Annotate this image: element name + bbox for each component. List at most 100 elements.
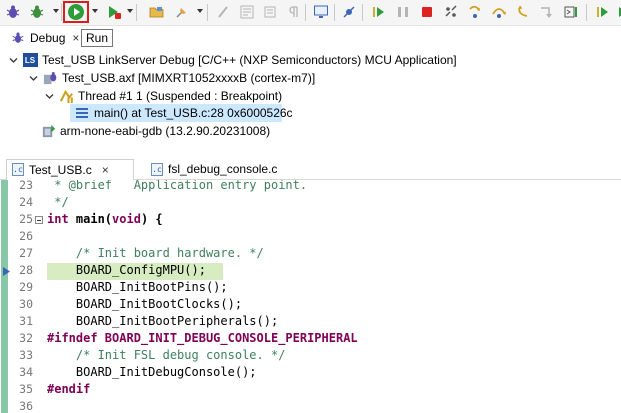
chevron-down-icon[interactable] — [53, 9, 59, 13]
toolbar-separator — [334, 4, 335, 21]
run-icon[interactable] — [105, 3, 123, 21]
step-into-icon[interactable] — [466, 3, 484, 21]
toolbar-separator — [586, 4, 587, 21]
stack-frame-icon — [74, 105, 90, 121]
code-line[interactable]: 35 #endif — [0, 381, 621, 398]
c-file-icon: .c — [151, 162, 163, 176]
drop-to-frame-icon[interactable] — [538, 3, 556, 21]
line-number: 26 — [19, 229, 33, 243]
paragraph-icon[interactable] — [286, 3, 304, 21]
code-line[interactable]: 31 BOARD_InitBootPeripherals(); — [0, 313, 621, 330]
code-line[interactable]: 26 — [0, 228, 621, 245]
line-number: 30 — [19, 297, 33, 311]
tree-item-target[interactable]: Test_USB.axf [MIMXRT1052xxxxB (cortex-m7… — [28, 70, 315, 86]
tab-test-usb-c[interactable]: .c Test_USB.c × — [6, 159, 134, 180]
code-text: BOARD_InitBootClocks(); — [47, 297, 243, 311]
line-number: 32 — [19, 331, 33, 345]
line-number: 24 — [19, 195, 33, 209]
perspective-icon-2[interactable] — [612, 3, 621, 21]
code-line[interactable]: 24 */ — [0, 194, 621, 211]
run-tooltip-label: Run — [86, 31, 109, 45]
line-number: 36 — [19, 399, 33, 413]
chevron-down-icon[interactable] — [44, 91, 54, 101]
editor-tabbar: .c Test_USB.c × .c fsl_debug_console.c — [0, 159, 621, 180]
code-line[interactable]: 34 BOARD_InitDebugConsole(); — [0, 364, 621, 381]
code-text: BOARD_InitBootPins(); — [47, 280, 228, 294]
run-tooltip: Run — [81, 29, 114, 47]
line-number: 33 — [19, 348, 33, 362]
linkserver-icon: LS — [22, 52, 38, 68]
code-text: int main(void) { — [47, 211, 163, 228]
tree-item-thread[interactable]: Thread #1 1 (Suspended : Breakpoint) — [44, 88, 282, 104]
code-line[interactable]: 28 BOARD_ConfigMPU(); — [0, 262, 621, 279]
step-icon[interactable] — [214, 3, 232, 21]
code-text: */ — [47, 195, 69, 209]
toolbar-separator — [61, 4, 62, 21]
tree-item-frame-label: main() at Test_USB.c:28 0x6000526c — [94, 106, 293, 120]
chevron-down-icon[interactable] — [127, 9, 133, 13]
keyword-token: void — [112, 212, 141, 226]
close-icon[interactable]: × — [72, 31, 79, 45]
line-number: 27 — [19, 246, 33, 260]
settings-bug-icon[interactable] — [28, 3, 46, 21]
code-text: BOARD_InitBootPeripherals(); — [47, 314, 279, 328]
tree-item-gdb-label: arm-none-eabi-gdb (13.2.90.20231008) — [60, 124, 271, 138]
tree-item-target-label: Test_USB.axf [MIMXRT1052xxxxB (cortex-m7… — [62, 71, 316, 85]
code-text: * @brief Application entry point. — [47, 180, 308, 192]
view-icon[interactable] — [238, 3, 256, 21]
debug-view-icon — [10, 30, 26, 46]
tree-item-gdb[interactable]: arm-none-eabi-gdb (13.2.90.20231008) — [40, 123, 270, 139]
chevron-down-icon[interactable] — [28, 73, 38, 83]
linkserver-badge: LS — [22, 53, 38, 67]
pin-icon[interactable] — [173, 3, 191, 21]
code-line[interactable]: 36 — [0, 398, 621, 413]
line-number: 31 — [19, 314, 33, 328]
code-line[interactable]: 30 BOARD_InitBootClocks(); — [0, 296, 621, 313]
c-file-icon: .c — [12, 163, 24, 176]
chevron-down-icon[interactable] — [197, 9, 203, 13]
toolbar-separator — [305, 4, 306, 21]
line-number: 34 — [19, 365, 33, 379]
close-icon[interactable]: × — [102, 163, 109, 177]
code-text: BOARD_ConfigMPU(); — [47, 263, 206, 277]
chevron-down-icon[interactable] — [8, 55, 18, 65]
code-token: main( — [68, 212, 113, 226]
tree-item-launch[interactable]: LS Test_USB LinkServer Debug [C/C++ (NXP… — [8, 52, 457, 68]
code-editor[interactable]: 23 * @brief Application entry point. 24 *… — [0, 180, 621, 413]
code-text: /* Init board hardware. */ — [47, 246, 264, 260]
open-folder-icon[interactable] — [148, 3, 166, 21]
tree-item-thread-label: Thread #1 1 (Suspended : Breakpoint) — [78, 89, 283, 103]
code-line[interactable]: 25 int main(void) { — [0, 211, 621, 228]
code-line[interactable]: 32 #ifndef BOARD_INIT_DEBUG_CONSOLE_PERIP… — [0, 330, 621, 347]
step-over-icon[interactable] — [490, 3, 508, 21]
code-line[interactable]: 29 BOARD_InitBootPins(); — [0, 279, 621, 296]
perspective-icon[interactable] — [594, 3, 612, 21]
line-number: 29 — [19, 280, 33, 294]
terminate-icon[interactable] — [418, 3, 436, 21]
instruction-step-icon[interactable] — [562, 3, 580, 21]
toolbar-separator — [362, 4, 363, 21]
tab-fsl-debug-console-c[interactable]: .c fsl_debug_console.c — [147, 159, 277, 179]
resume-highlight-box — [63, 1, 89, 23]
code-text: #ifndef BOARD_INIT_DEBUG_CONSOLE_PERIPHE… — [47, 331, 358, 345]
debug-icon[interactable] — [4, 3, 22, 21]
line-number: 25 — [19, 212, 33, 226]
restore-icon[interactable] — [261, 3, 279, 21]
step-return-icon[interactable] — [514, 3, 532, 21]
tab-debug[interactable]: Debug × — [10, 29, 79, 47]
code-text: /* Init FSL debug console. */ — [47, 348, 286, 362]
chevron-down-icon[interactable] — [92, 9, 98, 13]
skip-breakpoints-icon[interactable] — [340, 3, 358, 21]
code-line[interactable]: 27 /* Init board hardware. */ — [0, 245, 621, 262]
code-line[interactable]: 23 * @brief Application entry point. — [0, 180, 621, 194]
code-line[interactable]: 33 /* Init FSL debug console. */ — [0, 347, 621, 364]
disconnect-icon[interactable] — [442, 3, 460, 21]
main-toolbar — [0, 0, 621, 26]
target-bug-icon — [42, 70, 58, 86]
monitor-icon[interactable] — [312, 3, 330, 21]
line-number: 28 — [19, 263, 33, 277]
tab-debug-label: Debug — [30, 31, 66, 45]
resume-step-icon[interactable] — [370, 3, 388, 21]
suspend-icon[interactable] — [394, 3, 412, 21]
tree-item-frame[interactable]: main() at Test_USB.c:28 0x6000526c — [74, 105, 293, 121]
